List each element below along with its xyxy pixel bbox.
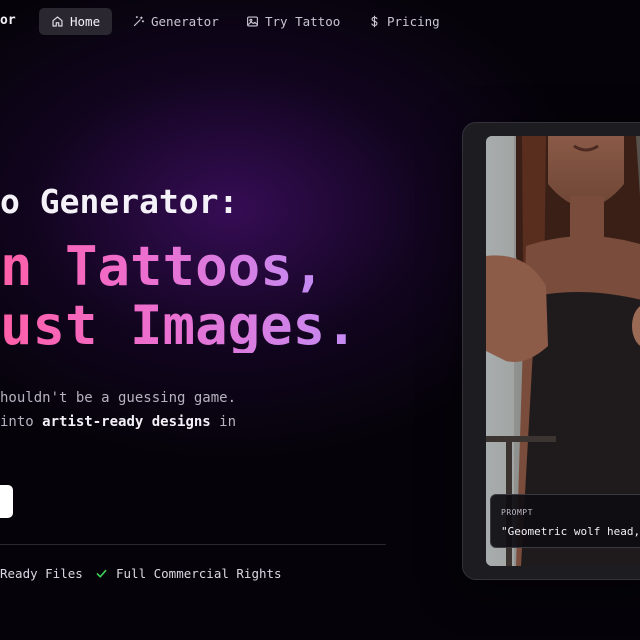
brand-logo-text[interactable]: or — [0, 13, 16, 28]
nav-try-tattoo-label: Try Tattoo — [265, 14, 341, 29]
feature-commercial-rights-label: Full Commercial Rights — [116, 566, 282, 581]
nav-home[interactable]: Home — [39, 8, 113, 35]
prompt-text: "Geometric wolf head, — [501, 525, 640, 538]
magic-wand-icon — [133, 16, 145, 27]
feature-ready-files: Ready Files — [0, 566, 83, 581]
nav-generator-label: Generator — [151, 14, 219, 29]
desc-bold: artist-ready designs — [42, 414, 211, 430]
feature-commercial-rights: Full Commercial Rights — [95, 566, 282, 581]
image-icon — [247, 16, 258, 27]
hero-description-line-1: houldn't be a guessing game. — [0, 390, 237, 406]
prompt-card: PROMPT "Geometric wolf head, — [490, 494, 640, 548]
dollar-icon — [371, 15, 378, 28]
desc-pre: into — [0, 414, 43, 430]
top-nav: or Home Generator Try Tattoo Pricing — [0, 8, 640, 35]
nav-home-label: Home — [70, 14, 101, 29]
hero-description-line-2: into artist-ready designs in — [0, 414, 236, 430]
nav-try-tattoo[interactable]: Try Tattoo — [234, 8, 352, 35]
hero-gradient-line-1: n Tattoos, — [0, 235, 326, 298]
prompt-label: PROMPT — [501, 508, 533, 517]
hero-headline: o Generator: — [0, 182, 239, 221]
nav-pricing-label: Pricing — [387, 14, 440, 29]
nav-pricing[interactable]: Pricing — [356, 8, 452, 35]
hero-gradient-line-2: ust Images. — [0, 294, 358, 357]
nav-generator[interactable]: Generator — [120, 8, 231, 35]
primary-cta-button[interactable] — [0, 485, 13, 518]
check-icon — [96, 569, 107, 578]
home-icon — [52, 16, 63, 27]
feature-ready-files-label: Ready Files — [0, 566, 83, 581]
features-divider — [0, 544, 386, 545]
desc-post: in — [210, 414, 237, 430]
